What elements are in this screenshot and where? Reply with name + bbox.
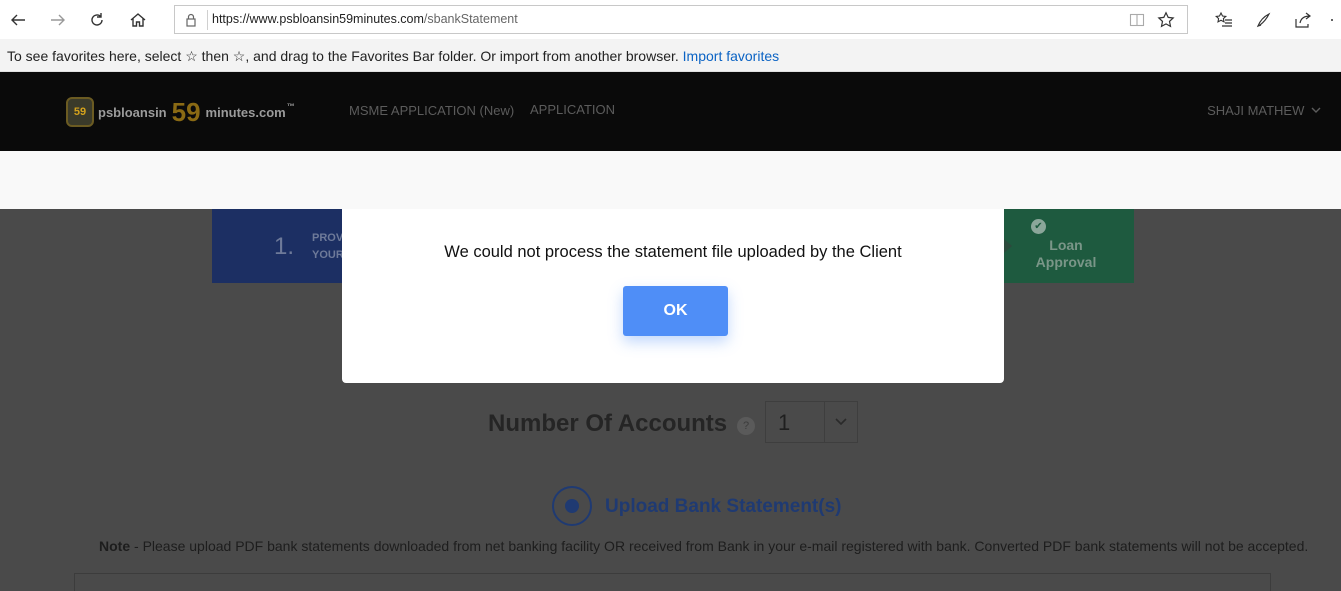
pen-icon[interactable] [1250,6,1278,34]
select-divider [824,402,825,442]
upload-panel [74,573,1271,591]
nav-application[interactable]: APPLICATION [530,102,615,117]
logo-tm: ™ [286,102,295,111]
reading-view-icon[interactable] [1129,12,1145,28]
loan-approval-label: Loan Approval [1028,237,1104,271]
upload-note: Note - Please upload PDF bank statements… [99,538,1308,554]
subheader-band [0,151,1341,209]
step-1-label-line1: PROV [312,232,344,244]
accounts-select-value: 1 [778,410,791,435]
favorites-star-icon: ☆ [185,48,198,64]
chevron-down-icon [835,418,847,426]
url-host: https://www.psbloansin59minutes.com [212,12,424,26]
home-icon[interactable] [124,6,152,34]
share-icon[interactable] [1289,6,1317,34]
number-of-accounts-label: Number Of Accounts [488,410,728,437]
error-dialog: We could not process the statement file … [342,209,1004,383]
step-1-label: PROV YOUR [312,230,344,264]
refresh-icon[interactable] [83,6,111,34]
step-1-label-line2: YOUR [312,249,344,261]
back-icon[interactable] [4,6,32,34]
loan-approval-step: ✔ Loan Approval [998,209,1134,283]
chevron-down-icon [1311,107,1321,113]
address-bar[interactable]: https://www.psbloansin59minutes.com/sban… [174,5,1188,34]
step-1-card: 1. PROV YOUR [212,209,362,283]
error-message: We could not process the statement file … [444,243,902,261]
logo-badge: 59 [66,97,94,127]
step-1-number: 1. [274,233,295,260]
logo-text-1: psbloansin [98,104,167,120]
nav-msme-application[interactable]: MSME APPLICATION (New) [349,103,514,118]
address-separator [207,10,208,30]
help-icon[interactable]: ? [737,417,755,435]
ok-button[interactable]: OK [623,286,728,336]
forward-icon[interactable] [44,6,72,34]
import-favorites-link[interactable]: Import favorites [683,48,779,64]
step-arrow-icon [1004,239,1012,253]
favorite-star-icon[interactable] [1157,11,1175,29]
favorites-bar: To see favorites here, select ☆ then ☆, … [0,39,1341,72]
browser-toolbar: https://www.psbloansin59minutes.com/sban… [0,0,1341,39]
more-icon[interactable] [1322,6,1341,34]
upload-bank-statement-radio[interactable] [552,486,592,526]
loan-approval-line1: Loan [1049,237,1083,253]
logo-text-3: minutes.com [205,104,286,120]
site-logo[interactable]: 59 psbloansin 59 minutes.com ™ [66,94,295,130]
url-path: /sbankStatement [423,12,518,26]
url-text[interactable]: https://www.psbloansin59minutes.com/sban… [212,12,518,26]
note-text: - Please upload PDF bank statements down… [130,538,1309,554]
note-label: Note [99,538,131,554]
loan-approval-line2: Approval [1035,254,1097,270]
favorites-list-icon[interactable] [1210,6,1238,34]
user-menu[interactable]: SHAJI MATHEW [1207,103,1321,118]
favorites-bar-message: To see favorites here, select ☆ then ☆, … [7,48,779,65]
favorites-message-start: To see favorites here, select [7,48,182,64]
accounts-select[interactable]: 1 [765,401,858,443]
radio-dot [565,499,579,513]
logo-text-2: 59 [171,97,201,127]
check-icon: ✔ [1031,219,1046,234]
favorites-message-end: then ☆, and drag to the Favorites Bar fo… [201,48,679,64]
user-name: SHAJI MATHEW [1207,103,1305,118]
upload-bank-statement-label[interactable]: Upload Bank Statement(s) [605,496,841,518]
lock-icon [183,12,199,28]
site-header: 59 psbloansin 59 minutes.com ™ MSME APPL… [0,72,1341,151]
